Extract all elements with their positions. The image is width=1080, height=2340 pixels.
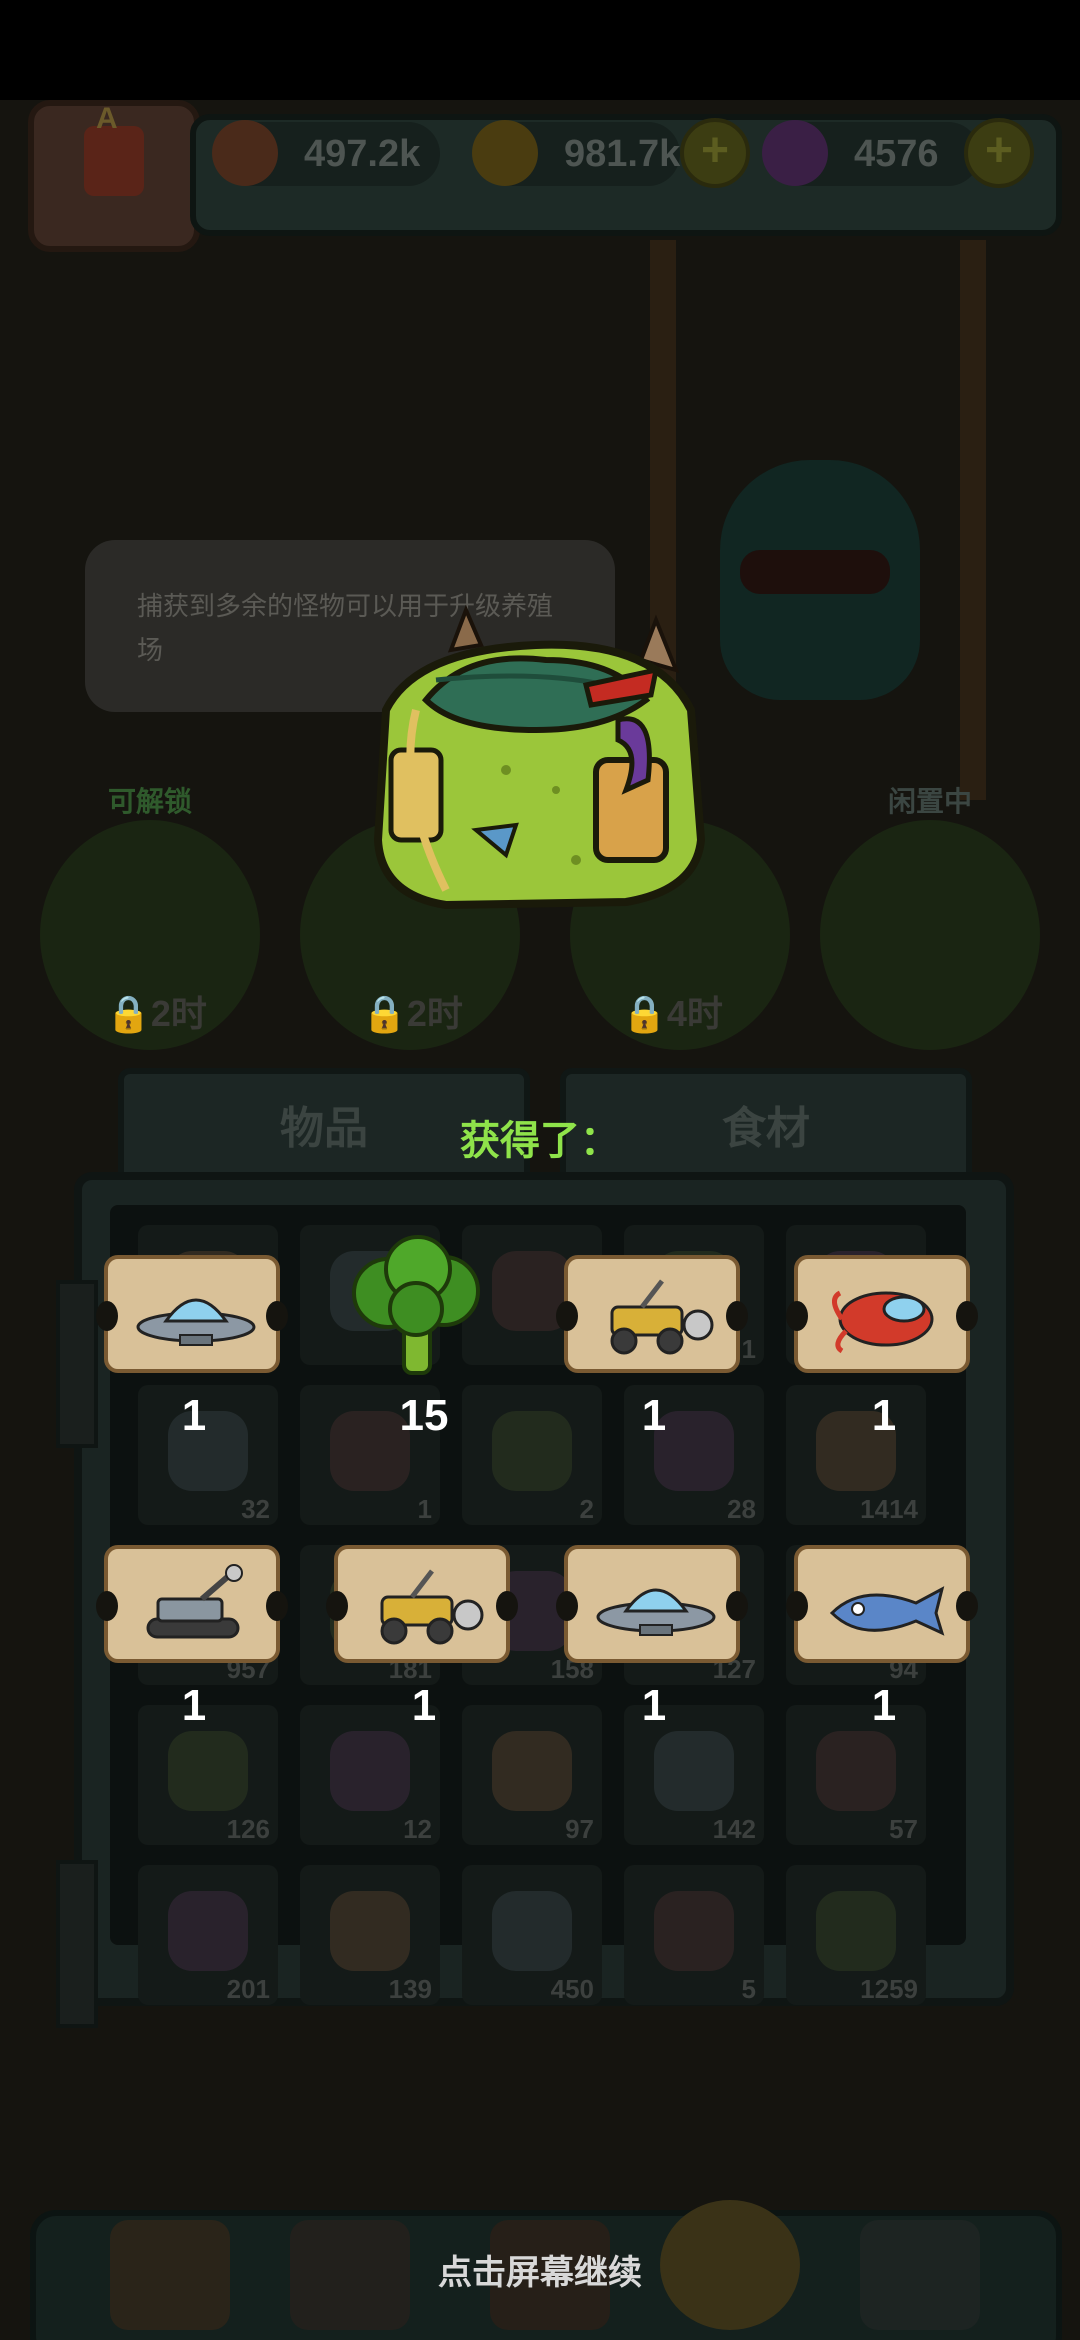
reward-count: 1 — [181, 1681, 207, 1730]
drill-rover-ticket-icon — [326, 1545, 518, 1663]
drill-rover-ticket-icon — [556, 1255, 748, 1373]
fish-submarine-ticket-icon — [786, 1545, 978, 1663]
reward-item — [786, 1545, 978, 1663]
reward-item — [334, 1235, 514, 1375]
broccoli-icon — [352, 1235, 480, 1375]
green-backpack-chest-icon — [373, 604, 706, 910]
reward-title: 获得了： — [460, 1119, 620, 1163]
reward-count: 1 — [871, 1681, 897, 1730]
ufo-vehicle-ticket-icon — [96, 1255, 288, 1373]
reward-item — [96, 1255, 288, 1373]
tap-to-continue-hint[interactable]: 点击屏幕继续 — [0, 2245, 1080, 2294]
reward-item — [556, 1545, 748, 1663]
reward-count: 1 — [181, 1391, 207, 1440]
ufo-vehicle-ticket-icon — [556, 1545, 748, 1663]
reward-item — [96, 1545, 288, 1663]
red-crab-pod-ticket-icon — [786, 1255, 978, 1373]
tank-cannon-ticket-icon — [96, 1545, 288, 1663]
reward-count: 1 — [641, 1391, 667, 1440]
reward-item — [786, 1255, 978, 1373]
reward-count: 1 — [411, 1681, 437, 1730]
reward-overlay[interactable] — [0, 100, 1080, 2340]
reward-count: 1 — [871, 1391, 897, 1440]
reward-item — [326, 1545, 518, 1663]
reward-count: 1 — [641, 1681, 667, 1730]
reward-item — [556, 1255, 748, 1373]
reward-count: 15 — [399, 1391, 449, 1440]
